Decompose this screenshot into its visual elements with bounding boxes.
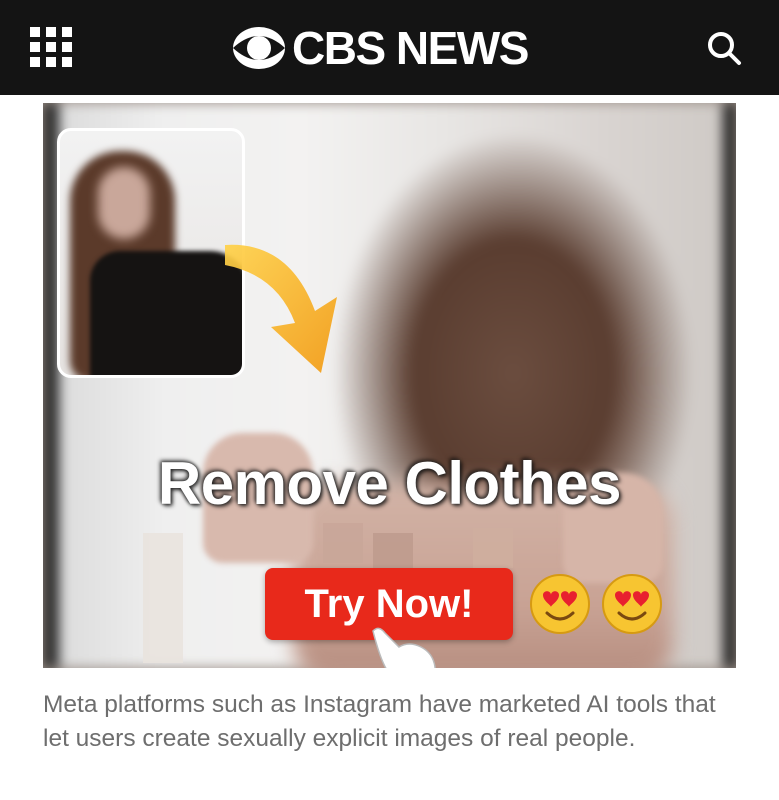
pixelation-block <box>473 528 513 568</box>
heart-eyes-emoji-icon <box>530 574 590 634</box>
logo-text: CBS NEWS <box>292 22 529 74</box>
pixelation-block <box>373 533 413 573</box>
pixelation-block <box>323 523 363 563</box>
image-headline: Remove Clothes <box>157 450 622 517</box>
grid-menu-icon[interactable] <box>30 27 72 67</box>
menu-dot <box>62 27 72 37</box>
cbs-eye-icon <box>233 27 285 69</box>
menu-dot <box>46 42 56 52</box>
image-caption: Meta platforms such as Instagram have ma… <box>43 691 716 752</box>
curved-arrow-icon <box>225 244 337 373</box>
site-header: CBS NEWS <box>0 0 779 95</box>
article-image[interactable]: Remove Clothes Try Now! <box>43 103 736 668</box>
pointer-hand-icon <box>372 627 436 668</box>
menu-dot <box>30 27 40 37</box>
menu-dot <box>46 27 56 37</box>
menu-dot <box>30 42 40 52</box>
menu-dot <box>30 57 40 67</box>
search-icon[interactable] <box>704 28 744 68</box>
inset-thumbnail <box>57 128 245 378</box>
menu-dot <box>62 42 72 52</box>
menu-dot <box>46 57 56 67</box>
cbs-news-logo[interactable]: CBS NEWS <box>232 20 529 76</box>
thumbnail-face <box>98 167 150 239</box>
menu-dot <box>62 57 72 67</box>
heart-eyes-emoji-icon <box>602 574 662 634</box>
pixelation-block <box>143 533 183 663</box>
